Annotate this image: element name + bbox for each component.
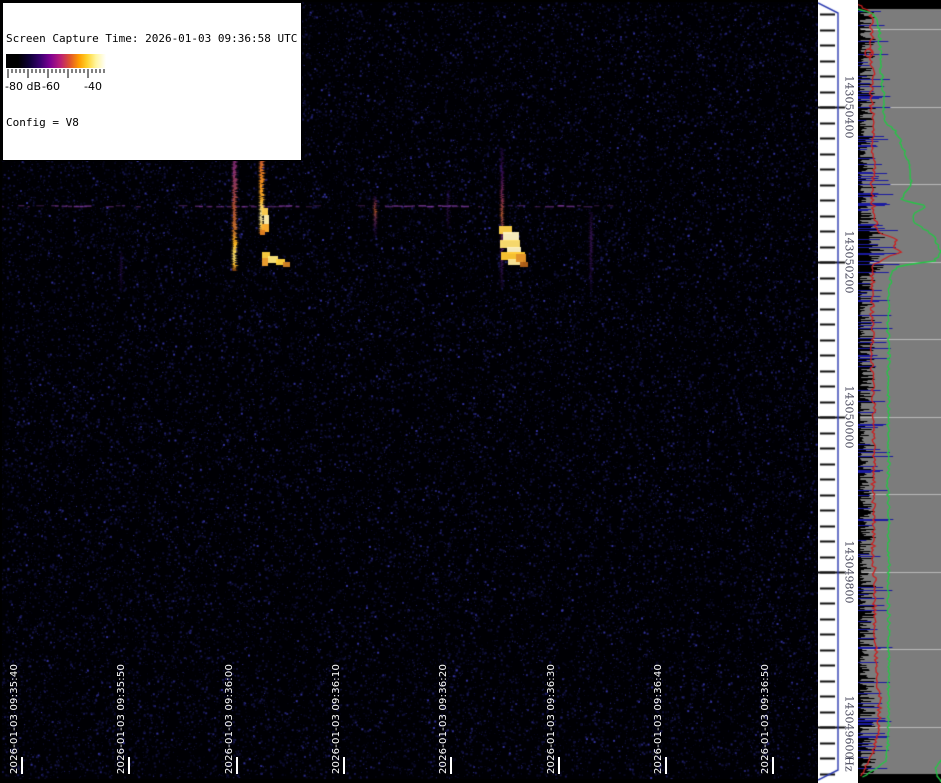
time-tick [128, 757, 130, 774]
spectrogram-app-window: Screen Capture Time: 2026-01-03 09:36:58… [0, 0, 941, 783]
capture-time-line: Screen Capture Time: 2026-01-03 09:36:58… [6, 32, 297, 46]
freq-unit-label: Hz [843, 756, 856, 771]
colorbar-label-min: -80 dB [5, 80, 41, 93]
color-scale-legend: -80 dB -60 -40 [3, 51, 110, 95]
time-tick [665, 757, 667, 774]
color-scale-ruler [6, 69, 106, 80]
color-scale-labels: -80 dB -60 -40 [3, 80, 110, 94]
colorbar-label-mid: -60 [42, 80, 60, 93]
time-label: 2026-01-03 09:36:50 [760, 664, 771, 774]
colorbar-label-max: -40 [84, 80, 102, 93]
time-label: 2026-01-03 09:35:40 [9, 664, 20, 774]
config-line: Config = V8 [6, 116, 297, 130]
spectrum-panel-canvas [858, 0, 941, 783]
time-label: 2026-01-03 09:36:30 [546, 664, 557, 774]
time-tick [343, 757, 345, 774]
freq-label: 143049800 [843, 541, 856, 604]
time-label: 2026-01-03 09:36:20 [438, 664, 449, 774]
time-tick [558, 757, 560, 774]
freq-label: 143050000 [843, 386, 856, 449]
time-tick [450, 757, 452, 774]
freq-label: 143049600 [843, 696, 856, 759]
color-gradient-bar [6, 54, 106, 68]
time-label: 2026-01-03 09:36:10 [331, 664, 342, 774]
time-tick [21, 757, 23, 774]
time-label: 2026-01-03 09:36:40 [653, 664, 664, 774]
freq-label: 143050200 [843, 231, 856, 294]
freq-label: 143050400 [843, 76, 856, 139]
time-tick [236, 757, 238, 774]
time-label: 2026-01-03 09:36:00 [224, 664, 235, 774]
time-tick [772, 757, 774, 774]
time-label: 2026-01-03 09:35:50 [116, 664, 127, 774]
